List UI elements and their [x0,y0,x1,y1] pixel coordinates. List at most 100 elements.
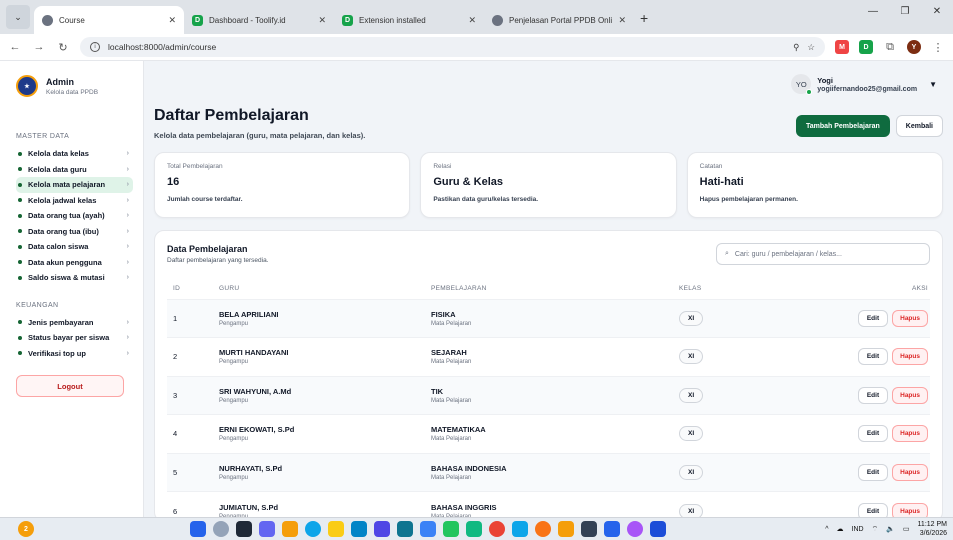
sidebar-item-ayah[interactable]: Data orang tua (ayah) › [16,208,133,224]
edit-button[interactable]: Edit [857,309,889,327]
back-arrow-icon[interactable]: ← [8,41,22,53]
teams-icon[interactable] [259,521,275,537]
forward-arrow-icon[interactable]: → [32,41,46,53]
sidebar-item-jadwal[interactable]: Kelola jadwal kelas › [16,193,133,209]
weather-icon[interactable]: 2 [18,521,34,537]
caret-down-icon[interactable]: ▼ [929,80,937,89]
app-icon[interactable] [535,521,551,537]
terminal-icon[interactable] [397,521,413,537]
edit-button[interactable]: Edit [857,386,889,404]
close-window-icon[interactable]: ✕ [921,0,953,26]
browser-tab-ppdb[interactable]: Penjelasan Portal PPDB Online ✕ [484,6,634,34]
user-info[interactable]: Yogi yogiifernandoo25@gmail.com [817,76,917,93]
delete-button[interactable]: Hapus [892,309,928,327]
widgets-icon[interactable] [282,521,298,537]
close-tab-icon[interactable]: ✕ [168,15,176,26]
chevron-up-icon[interactable]: ^ [825,526,828,533]
back-button[interactable]: Kembali [895,115,943,137]
sidebar-item-kelas[interactable]: Kelola data kelas › [16,146,133,162]
bullet-icon [18,198,22,203]
address-bar[interactable]: i localhost:8000/admin/course ⚲ ☆ [80,37,825,57]
search-input[interactable]: ⌕ Cari: guru / pembelajaran / kelas... [716,243,930,265]
cell-id: 2 [167,337,219,376]
url-text[interactable]: localhost:8000/admin/course [108,42,785,52]
extension-green-icon[interactable]: D [859,40,873,54]
edge-icon[interactable] [305,521,321,537]
clock[interactable]: 11:12 PM 3/6/2026 [918,520,947,538]
row-id: 2 [173,352,178,362]
cloud-icon[interactable]: ☁ [837,525,844,533]
language-indicator[interactable]: IND [852,526,864,533]
pelajaran-name: FISIKA [431,309,456,319]
avatar[interactable]: YO [791,74,813,95]
row-id: 4 [173,429,178,439]
app-icon[interactable] [420,521,436,537]
sidebar-item-label: Data orang tua (ayah) [28,211,105,221]
sidebar-item-ibu[interactable]: Data orang tua (ibu) › [16,224,133,240]
sidebar-item-akun[interactable]: Data akun pengguna › [16,255,133,271]
extensions-puzzle-icon[interactable]: ⧉ [883,41,897,54]
edit-button[interactable]: Edit [857,425,889,443]
browser-tab-extension[interactable]: D Extension installed ✕ [334,6,484,34]
sidebar-item-mata-pelajaran[interactable]: Kelola mata pelajaran › [16,177,133,193]
edit-button[interactable]: Edit [857,463,889,481]
pelajaran-name: TIK [431,386,444,396]
maximize-icon[interactable]: ❐ [889,0,921,26]
start-icon[interactable] [190,521,206,537]
volume-icon[interactable]: 🔈 [886,525,895,533]
browser-menu-icon[interactable]: ⋮ [931,41,945,54]
app-icon[interactable] [558,521,574,537]
task-view-icon[interactable] [236,521,252,537]
close-tab-icon[interactable]: ✕ [318,15,326,26]
word-icon[interactable] [650,521,666,537]
app-icon[interactable] [512,521,528,537]
school-logo-icon: ★ [16,75,38,97]
zoom-icon[interactable]: ⚲ [793,42,799,53]
extension-red-icon[interactable]: M [835,40,849,54]
new-tab-button[interactable]: + [640,10,648,26]
cell-aksi: Edit Hapus [839,414,930,453]
app-icon[interactable] [627,521,643,537]
battery-icon[interactable]: ▭ [903,525,910,533]
close-tab-icon[interactable]: ✕ [618,15,626,26]
wifi-icon[interactable]: ⌔ [872,525,879,534]
cell-aksi: Edit Hapus [839,375,930,415]
app-icon[interactable] [374,521,390,537]
delete-button[interactable]: Hapus [892,386,928,404]
sidebar-item-guru[interactable]: Kelola data guru › [16,162,133,178]
card-value: Guru & Kelas [433,176,504,188]
sidebar-item-jenis-pembayaran[interactable]: Jenis pembayaran › [16,315,133,331]
brand-subtitle: Kelola data PPDB [46,88,99,96]
toolify-icon: D [342,14,353,26]
close-tab-icon[interactable]: ✕ [468,15,476,26]
vscode-icon[interactable] [604,521,620,537]
delete-button[interactable]: Hapus [892,348,928,366]
edit-button[interactable]: Edit [857,348,889,366]
sidebar-item-verifikasi[interactable]: Verifikasi top up › [16,346,133,362]
guru-name: SRI WAHYUNI, A.Md [219,386,292,396]
logout-button[interactable]: Logout [16,375,124,397]
app-icon[interactable] [466,521,482,537]
reload-icon[interactable]: ↻ [56,41,70,54]
info-icon[interactable]: i [90,42,100,52]
tab-search-icon[interactable]: ⌄ [6,5,30,29]
sidebar-item-saldo[interactable]: Saldo siswa & mutasi › [16,270,133,286]
chrome-icon[interactable] [489,521,505,537]
delete-button[interactable]: Hapus [892,425,928,443]
profile-icon[interactable]: Y [907,40,921,54]
search-icon[interactable] [213,521,229,537]
delete-button[interactable]: Hapus [892,463,928,481]
keuangan-menu: KEUANGAN Jenis pembayaran › Status bayar … [16,302,133,397]
app-icon[interactable] [581,521,597,537]
store-icon[interactable] [351,521,367,537]
minimize-icon[interactable]: — [857,0,889,26]
app-icon[interactable] [443,521,459,537]
sidebar-item-label: Data orang tua (ibu) [28,226,99,236]
sidebar-item-calon-siswa[interactable]: Data calon siswa › [16,239,133,255]
add-pembelajaran-button[interactable]: Tambah Pembelajaran [795,115,890,137]
browser-tab-dashboard[interactable]: D Dashboard - Toolify.id ✕ [184,6,334,34]
browser-tab-course[interactable]: Course ✕ [34,6,184,34]
file-explorer-icon[interactable] [328,521,344,537]
sidebar-item-status-bayar[interactable]: Status bayar per siswa › [16,330,133,346]
bookmark-star-icon[interactable]: ☆ [807,42,815,53]
